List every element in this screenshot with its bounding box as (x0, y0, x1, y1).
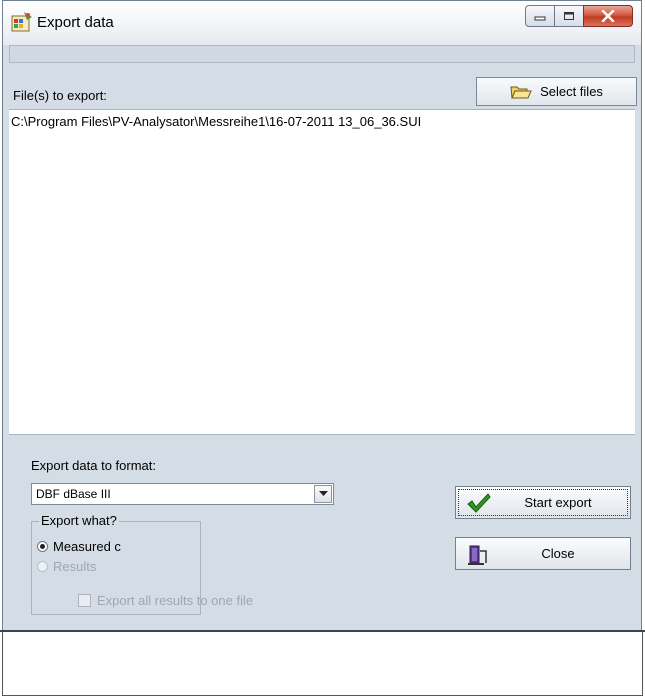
radio-button-icon (37, 541, 48, 552)
radio-button-icon (37, 561, 48, 572)
folder-open-icon (510, 86, 532, 98)
chevron-down-icon (318, 491, 328, 496)
window-title: Export data (37, 14, 114, 31)
window-controls (525, 5, 633, 29)
radio-measured[interactable]: Measured c (37, 539, 121, 554)
list-item[interactable]: C:\Program Files\PV-Analysator\Messreihe… (11, 114, 421, 129)
maximize-icon (564, 12, 574, 20)
export-dialog: Export data File(s) to export: Select fi… (2, 0, 642, 631)
format-selected-value: DBF dBase III (36, 487, 111, 501)
maximize-button[interactable] (554, 5, 584, 27)
minimize-icon (534, 16, 546, 21)
format-select[interactable]: DBF dBase III (31, 483, 334, 505)
radio-measured-label: Measured c (53, 539, 121, 554)
export-what-title: Export what? (39, 513, 119, 528)
files-label: File(s) to export: (13, 88, 107, 103)
header-strip (9, 45, 635, 63)
close-label: Close (541, 546, 575, 561)
checkbox-icon (78, 594, 91, 607)
select-files-button[interactable]: Select files (476, 77, 637, 106)
close-x-icon (601, 10, 615, 22)
export-one-file-checkbox[interactable]: Export all results to one file (78, 593, 253, 608)
radio-results-label: Results (53, 559, 97, 574)
export-one-file-label: Export all results to one file (97, 593, 254, 608)
dialog-client-area: File(s) to export: Select files C:\Progr… (9, 45, 637, 625)
format-label: Export data to format: (31, 458, 157, 473)
title-bar[interactable]: Export data (3, 1, 641, 45)
file-list[interactable]: C:\Program Files\PV-Analysator\Messreihe… (9, 109, 635, 435)
close-window-button[interactable] (583, 5, 633, 27)
start-export-button[interactable]: Start export (455, 486, 631, 519)
minimize-button[interactable] (525, 5, 555, 27)
desktop-area (2, 632, 643, 696)
start-export-label: Start export (524, 495, 592, 510)
radio-results[interactable]: Results (37, 559, 96, 574)
app-palette-icon (11, 12, 32, 32)
select-files-label: Select files (540, 84, 603, 99)
dropdown-button[interactable] (314, 485, 332, 503)
close-button[interactable]: Close (455, 537, 631, 570)
